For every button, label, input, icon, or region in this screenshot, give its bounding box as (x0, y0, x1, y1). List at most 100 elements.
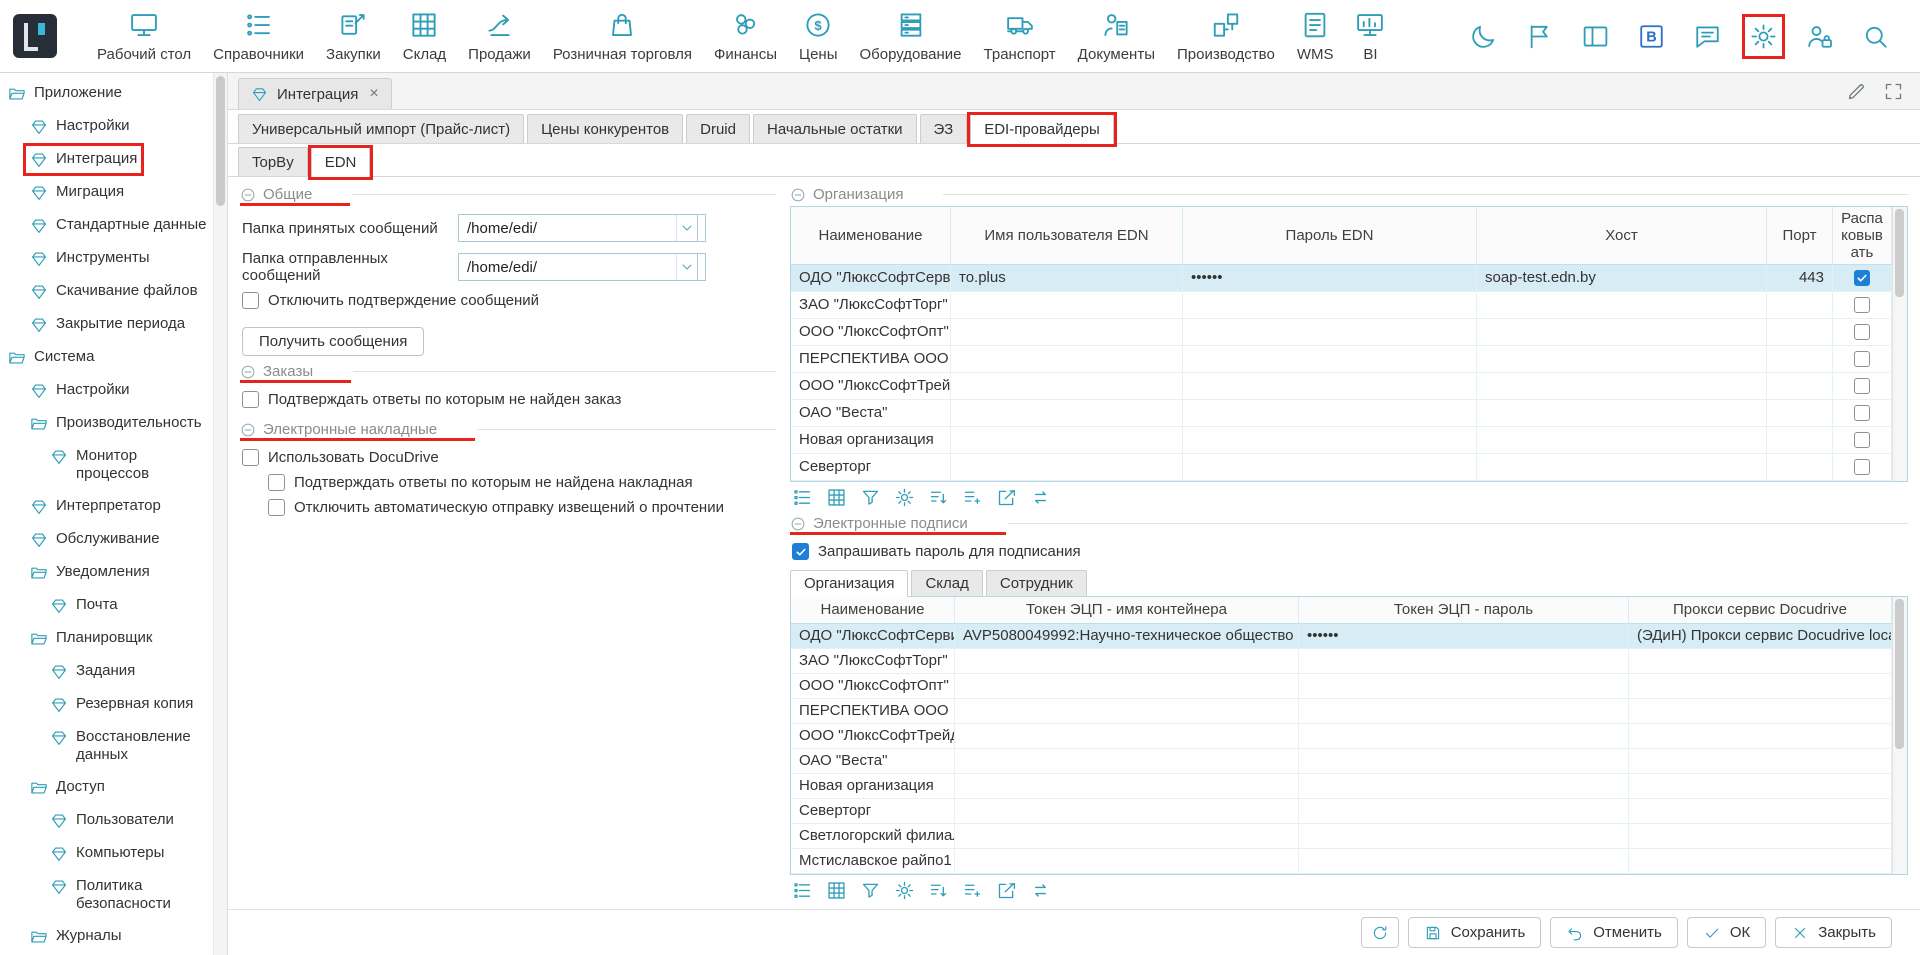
cell-token-password[interactable] (1299, 799, 1629, 824)
filter-list-icon[interactable] (962, 487, 983, 508)
column-header[interactable]: Токен ЭЦП - пароль (1299, 597, 1629, 624)
flag-icon[interactable] (1525, 22, 1554, 51)
cell-port[interactable] (1767, 292, 1833, 319)
cell-token-password[interactable] (1299, 674, 1629, 699)
table-scrollbar[interactable] (1892, 207, 1907, 481)
open-external-icon[interactable] (996, 880, 1017, 901)
cell-proxy[interactable] (1629, 849, 1892, 874)
signature-row[interactable]: Светлогорский филиал (791, 824, 1892, 849)
cell-password[interactable] (1183, 454, 1477, 481)
signature-row[interactable]: ООО "ЛюксСофтОпт" (791, 674, 1892, 699)
cell-token[interactable] (955, 774, 1299, 799)
sidebar-item-14[interactable]: Уведомления (0, 556, 213, 589)
column-header[interactable]: Наименование (791, 597, 955, 624)
sidebar-item-13[interactable]: Обслуживание (0, 523, 213, 556)
module-sales[interactable]: Продажи (457, 0, 542, 72)
unpack-checkbox-icon[interactable] (1854, 432, 1870, 448)
tab-opening-balances[interactable]: Начальные остатки (753, 114, 917, 143)
save-button[interactable]: Сохранить (1408, 917, 1542, 948)
cell-token-password[interactable] (1299, 774, 1629, 799)
signature-row[interactable]: Северторг (791, 799, 1892, 824)
organization-row[interactable]: ООО "ЛюксСофтОпт" (791, 319, 1892, 346)
get-messages-button[interactable]: Получить сообщения (242, 327, 424, 356)
collapse-icon[interactable] (790, 187, 806, 203)
cell-port[interactable] (1767, 400, 1833, 427)
tab-edn[interactable]: EDN (311, 147, 371, 177)
ok-button[interactable]: ОК (1687, 917, 1766, 948)
table-view-icon[interactable] (826, 487, 847, 508)
cell-host[interactable] (1477, 373, 1767, 400)
scrollbar-thumb[interactable] (216, 76, 225, 206)
cell-proxy[interactable] (1629, 724, 1892, 749)
cell-host[interactable]: soap-test.edn.by (1477, 265, 1767, 292)
group-header-organization[interactable]: Организация (790, 181, 1908, 206)
table-view-icon[interactable] (826, 880, 847, 901)
cell-token-password[interactable] (1299, 849, 1629, 874)
organization-row[interactable]: ООО "ЛюксСофтТрейд" (791, 373, 1892, 400)
filter-icon[interactable] (860, 487, 881, 508)
signature-row[interactable]: ОДО "ЛюксСофтСервис" AVP5080049992:Научн… (791, 624, 1892, 649)
app-logo-icon[interactable] (12, 13, 58, 59)
signature-row[interactable]: Новая организация (791, 774, 1892, 799)
comments-icon[interactable] (1693, 22, 1722, 51)
cell-proxy[interactable] (1629, 674, 1892, 699)
sort-list-icon[interactable] (928, 880, 949, 901)
folder-path-input[interactable]: /home/edi/ (458, 253, 698, 281)
cell-token[interactable] (955, 799, 1299, 824)
cancel-button[interactable]: Отменить (1550, 917, 1678, 948)
sidebar-item-0[interactable]: Приложение (0, 77, 213, 110)
signature-row[interactable]: ОАО "Веста" (791, 749, 1892, 774)
sidebar-item-9[interactable]: Настройки (0, 374, 213, 407)
tab-close-icon[interactable]: × (369, 86, 378, 102)
sidebar-item-20[interactable]: Доступ (0, 771, 213, 804)
signature-row[interactable]: ПЕРСПЕКТИВА ООО (791, 699, 1892, 724)
module-equipment[interactable]: Оборудование (849, 0, 973, 72)
confirm-no-order-checkbox[interactable]: Подтверждать ответы по которым не найден… (242, 391, 776, 408)
cell-token[interactable] (955, 724, 1299, 749)
module-purchases[interactable]: Закупки (315, 0, 392, 72)
cell-password[interactable] (1183, 319, 1477, 346)
tab-universal-import[interactable]: Универсальный импорт (Прайс-лист) (238, 114, 524, 143)
sort-list-icon[interactable] (928, 487, 949, 508)
signature-row[interactable]: Мстиславское райпо1 (791, 849, 1892, 874)
sidebar-item-16[interactable]: Планировщик (0, 622, 213, 655)
browse-strip[interactable] (698, 253, 706, 281)
cell-token[interactable] (955, 849, 1299, 874)
sidebar-item-15[interactable]: Почта (0, 589, 213, 622)
cell-host[interactable] (1477, 427, 1767, 454)
group-header-general[interactable]: Общие (240, 181, 776, 206)
module-retail[interactable]: Розничная торговля (542, 0, 703, 72)
cell-token-password[interactable]: •••••• (1299, 624, 1629, 649)
cell-port[interactable] (1767, 373, 1833, 400)
group-header-orders[interactable]: Заказы (240, 358, 776, 383)
cell-name[interactable]: Новая организация (791, 774, 955, 799)
module-documents[interactable]: Документы (1067, 0, 1166, 72)
cell-name[interactable]: ОАО "Веста" (791, 749, 955, 774)
column-header[interactable]: Наименование (791, 207, 951, 265)
cell-host[interactable] (1477, 319, 1767, 346)
cell-password[interactable] (1183, 346, 1477, 373)
close-button[interactable]: Закрыть (1775, 917, 1892, 948)
sidebar-item-1[interactable]: Настройки (0, 110, 213, 143)
bold-b-icon[interactable]: B (1637, 22, 1666, 51)
checkbox-icon[interactable] (268, 474, 285, 491)
group-header-signatures[interactable]: Электронные подписи (790, 510, 1908, 535)
cell-proxy[interactable] (1629, 799, 1892, 824)
refresh-button[interactable] (1361, 917, 1399, 948)
cell-name[interactable]: ПЕРСПЕКТИВА ООО (791, 699, 955, 724)
row-view-icon[interactable] (792, 487, 813, 508)
cell-proxy[interactable]: (ЭДиН) Прокси сервис Docudrive loca (1629, 624, 1892, 649)
organization-row[interactable]: Новая организация (791, 427, 1892, 454)
cell-token[interactable]: AVP5080049992:Научно-техническое обществ… (955, 624, 1299, 649)
module-production[interactable]: Производство (1166, 0, 1286, 72)
checkbox-icon[interactable] (792, 543, 809, 560)
unpack-checkbox-icon[interactable] (1854, 405, 1870, 421)
cell-user[interactable] (951, 400, 1183, 427)
cell-password[interactable] (1183, 373, 1477, 400)
unpack-checkbox-icon[interactable] (1854, 378, 1870, 394)
sidebar-item-24[interactable]: Журналы (0, 920, 213, 953)
cell-name[interactable]: ООО "ЛюксСофтОпт" (791, 319, 951, 346)
module-transport[interactable]: Транспорт (973, 0, 1067, 72)
settings-icon[interactable] (894, 487, 915, 508)
cell-user[interactable] (951, 346, 1183, 373)
